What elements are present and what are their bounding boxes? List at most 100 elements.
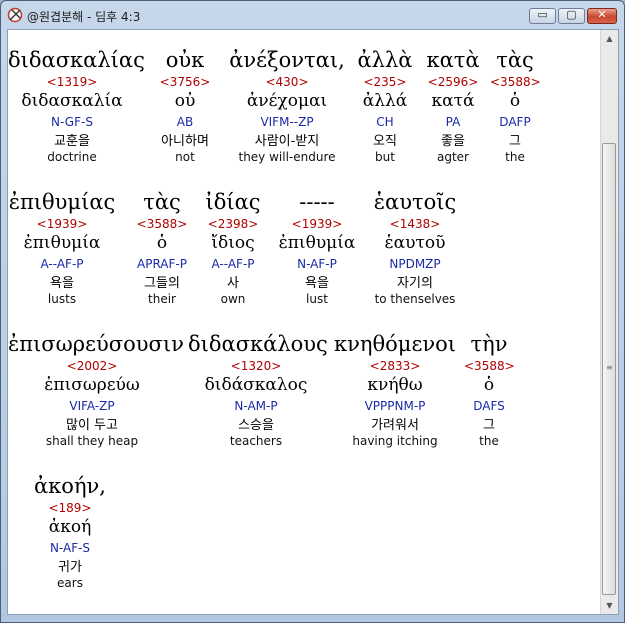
word-block[interactable]: ----- <1939> ἐπιθυμία N-AF-P 욕을 lust — [272, 190, 362, 307]
greek-word: τὴν — [470, 332, 508, 356]
korean-gloss: 사 — [227, 276, 239, 291]
morphology-code[interactable]: CH — [354, 114, 416, 130]
interlinear-view: διδασκαλίας <1319> διδασκαλία N-GF-S 교훈을… — [7, 29, 619, 615]
english-gloss: they will-endure — [238, 150, 336, 164]
word-block[interactable]: ἑαυτοῖς <1438> ἑαυτοῦ NPDMZP 자기의 to then… — [370, 190, 460, 307]
strong-number[interactable]: <1939> — [272, 216, 362, 232]
scrollbar-thumb[interactable]: ≡ — [602, 143, 616, 595]
morphology-code[interactable]: VIFM--ZP — [226, 114, 348, 130]
word-block[interactable]: κνηθόμενοι <2833> κνήθω VPPPNM-P 가려워서 ha… — [334, 332, 456, 449]
greek-word: ----- — [299, 190, 335, 214]
word-block[interactable]: ἀλλὰ <235> ἀλλά CH 오직 but — [354, 48, 416, 165]
korean-gloss: 자기의 — [397, 276, 433, 291]
morphology-code[interactable]: N-GF-S — [8, 114, 136, 130]
scroll-up-icon[interactable]: ▲ — [601, 30, 618, 47]
minimize-icon: ▭ — [537, 8, 548, 21]
korean-gloss: 가려워서 — [371, 418, 419, 433]
word-block[interactable]: οὐκ <3756> οὐ AB 아니하며 not — [154, 48, 216, 165]
word-block[interactable]: κατὰ <2596> κατά PA 좋을 agter — [422, 48, 484, 165]
korean-gloss: 좋을 — [441, 134, 465, 149]
word-block[interactable]: ἀνέξονται, <430> ἀνέχομαι VIFM--ZP 사람이-받… — [226, 48, 348, 165]
lemma: ὁ — [156, 233, 168, 253]
word-block[interactable]: ἰδίας <2398> ἴδιος A--AF-P 사 own — [204, 190, 262, 307]
maximize-icon: ▢ — [566, 8, 577, 21]
vertical-scrollbar[interactable]: ▲ ≡ ▼ — [600, 30, 618, 614]
word-block[interactable]: διδασκαλίας <1319> διδασκαλία N-GF-S 교훈을… — [8, 48, 145, 165]
strong-number[interactable]: <1320> — [188, 358, 324, 374]
korean-gloss: 교훈을 — [54, 134, 90, 149]
morphology-code[interactable]: A--AF-P — [8, 256, 116, 272]
korean-gloss: 그 — [483, 418, 495, 433]
morphology-code[interactable]: N-AF-P — [272, 256, 362, 272]
greek-word: ἐπιθυμίας — [8, 190, 116, 214]
morphology-code[interactable]: NPDMZP — [370, 256, 460, 272]
verse-content: διδασκαλίας <1319> διδασκαλία N-GF-S 교훈을… — [8, 30, 602, 614]
grip-icon: ≡ — [606, 363, 613, 372]
lemma: ὁ — [483, 375, 495, 395]
greek-word: ἀλλὰ — [357, 48, 413, 72]
morphology-code[interactable]: N-AM-P — [188, 398, 324, 414]
word-block[interactable]: τὰς <3588> ὁ APRAF-P 그들의 their — [130, 190, 194, 307]
lemma: ἑαυτοῦ — [384, 233, 446, 253]
korean-gloss: 귀가 — [58, 560, 82, 575]
strong-number[interactable]: <2002> — [8, 358, 176, 374]
english-gloss: shall they heap — [45, 434, 139, 448]
lemma: κνήθω — [367, 375, 423, 395]
greek-word: ἐπισωρεύσουσιν — [8, 332, 184, 356]
word-block[interactable]: διδασκάλους <1320> διδάσκαλος N-AM-P 스승을… — [188, 332, 328, 449]
app-window: @원겹분해 - 딤후 4:3 ▭ ▢ ✕ διδασκαλίας <1319> … — [0, 0, 625, 623]
word-row-3: ἐπισωρεύσουσιν <2002> ἐπισωρεύω VIFA-ZP … — [8, 332, 602, 462]
greek-word: τὰς — [496, 48, 534, 72]
title-bar[interactable]: @원겹분해 - 딤후 4:3 ▭ ▢ ✕ — [1, 1, 624, 29]
strong-number[interactable]: <1438> — [370, 216, 460, 232]
korean-gloss: 욕을 — [50, 276, 74, 291]
word-block[interactable]: τὰς <3588> ὁ DAFP 그 the — [490, 48, 541, 165]
morphology-code[interactable]: DAFS — [464, 398, 514, 414]
strong-number[interactable]: <2398> — [204, 216, 262, 232]
korean-gloss: 스승을 — [238, 418, 274, 433]
english-gloss: teachers — [229, 434, 283, 448]
morphology-code[interactable]: AB — [154, 114, 216, 130]
english-gloss: but — [375, 150, 395, 164]
greek-word: ἰδίας — [205, 190, 261, 214]
scroll-down-icon[interactable]: ▼ — [601, 597, 618, 614]
lemma: διδάσκαλος — [204, 375, 308, 395]
word-row-4: ἀκοήν, <189> ἀκοή N-AF-S 귀가 ears — [8, 474, 602, 604]
word-block[interactable]: ἐπιθυμίας <1939> ἐπιθυμία A--AF-P 욕을 lus… — [8, 190, 116, 307]
strong-number[interactable]: <1319> — [8, 74, 136, 90]
close-icon: ✕ — [597, 8, 607, 21]
strong-number[interactable]: <2833> — [334, 358, 456, 374]
greek-word: διδασκαλίας — [8, 48, 145, 72]
minimize-button[interactable]: ▭ — [529, 8, 556, 24]
word-block[interactable]: τὴν <3588> ὁ DAFS 그 the — [464, 332, 515, 449]
morphology-code[interactable]: A--AF-P — [204, 256, 262, 272]
strong-number[interactable]: <3588> — [490, 74, 541, 90]
greek-word: κνηθόμενοι — [334, 332, 456, 356]
strong-number[interactable]: <3756> — [154, 74, 216, 90]
morphology-code[interactable]: PA — [422, 114, 484, 130]
strong-number[interactable]: <3588> — [130, 216, 194, 232]
strong-number[interactable]: <1939> — [8, 216, 116, 232]
lemma: ἀκοή — [48, 517, 92, 537]
strong-number[interactable]: <2596> — [422, 74, 484, 90]
lemma: ἐπιθυμία — [23, 233, 101, 253]
morphology-code[interactable]: APRAF-P — [130, 256, 194, 272]
word-block[interactable]: ἀκοήν, <189> ἀκοή N-AF-S 귀가 ears — [28, 474, 112, 591]
close-button[interactable]: ✕ — [587, 8, 617, 24]
greek-word: κατὰ — [426, 48, 480, 72]
morphology-code[interactable]: N-AF-S — [28, 540, 112, 556]
strong-number[interactable]: <430> — [226, 74, 348, 90]
morphology-code[interactable]: VIFA-ZP — [8, 398, 176, 414]
app-logo-icon — [7, 7, 23, 23]
strong-number[interactable]: <3588> — [464, 358, 515, 374]
word-block[interactable]: ἐπισωρεύσουσιν <2002> ἐπισωρεύω VIFA-ZP … — [8, 332, 184, 449]
lemma: οὐ — [174, 91, 196, 111]
greek-word: ἀκοήν, — [34, 474, 106, 498]
english-gloss: the — [505, 150, 525, 164]
lemma: διδασκαλία — [21, 91, 123, 111]
strong-number[interactable]: <235> — [354, 74, 416, 90]
morphology-code[interactable]: DAFP — [490, 114, 540, 130]
maximize-button[interactable]: ▢ — [558, 8, 585, 24]
strong-number[interactable]: <189> — [28, 500, 112, 516]
morphology-code[interactable]: VPPPNM-P — [334, 398, 456, 414]
